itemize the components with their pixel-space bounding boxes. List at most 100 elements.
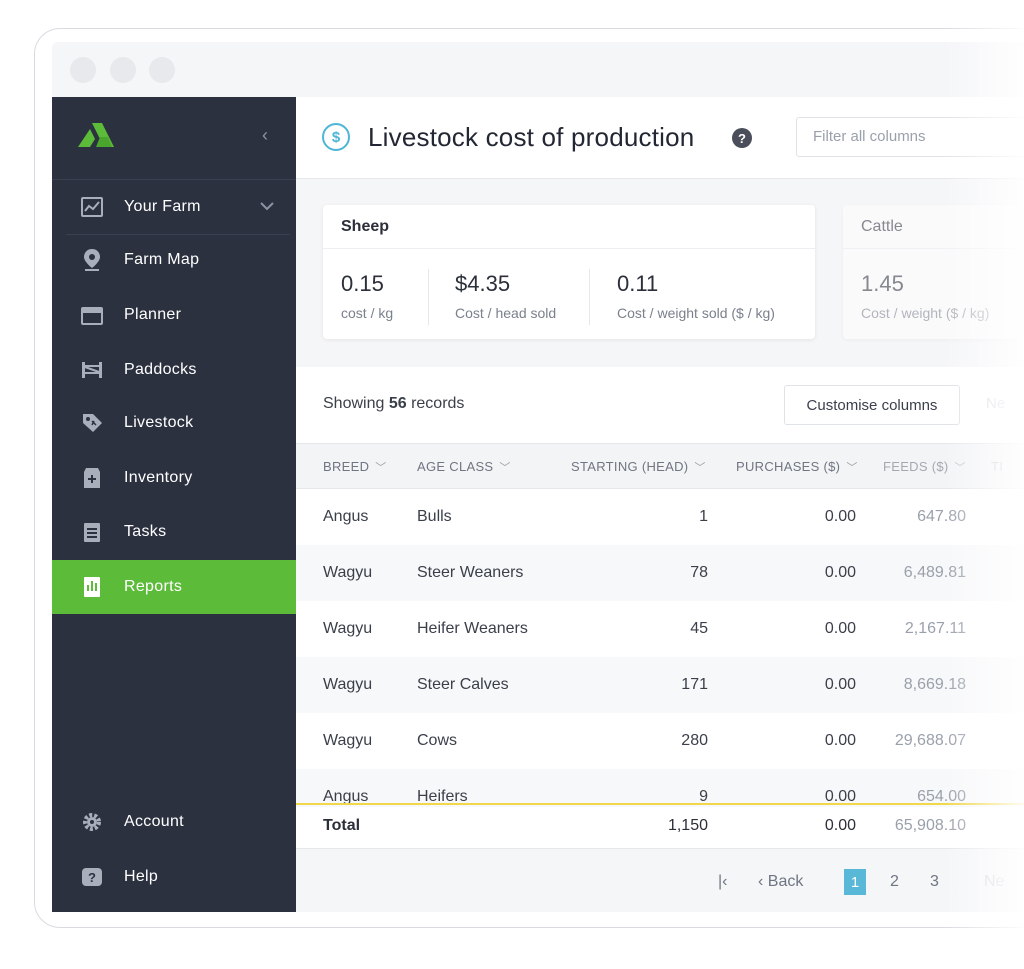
column-header-purchases[interactable]: PURCHASES ($) ﹀ [736,459,858,475]
sidebar-item-account[interactable]: Account [52,795,296,849]
map-pin-icon [80,248,104,272]
cell-feeds: 2,167.11 [904,620,966,637]
cell-starting-head: 45 [690,620,708,637]
collapse-sidebar-icon[interactable]: ‹ [262,125,268,146]
scroll-indicator-line [296,803,1024,805]
cell-feeds: 647.80 [917,508,966,525]
total-purchases: 0.00 [824,817,856,834]
column-header-truncated[interactable]: TI [991,459,1003,474]
table-row[interactable]: Angus Heifers 9 0.00 654.00 [296,769,1024,807]
column-header-label: STARTING (HEAD) [571,459,689,474]
stat-value: 1.45 [861,271,904,296]
help-icon[interactable]: ? [732,128,752,148]
stat-label: Cost / weight sold ($ / kg) [617,305,775,321]
cell-starting-head: 1 [699,508,708,525]
cell-feeds: 6,489.81 [903,564,966,581]
cell-breed: Wagyu [323,620,373,637]
gear-icon [80,810,104,834]
total-starting-head: 1,150 [667,817,708,834]
column-header-label: TI [991,459,1004,474]
cell-age-class: Steer Weaners [417,564,524,581]
records-number: 56 [388,395,407,412]
next-button[interactable]: Ne [984,873,1004,891]
cell-breed: Wagyu [323,732,373,749]
page-2-button[interactable]: 2 [890,873,899,891]
help-icon: ? [80,865,104,889]
table-row[interactable]: Wagyu Heifer Weaners 45 0.00 2,167.11 [296,601,1024,657]
sidebar-item-label: Livestock [124,414,194,431]
records-toolbar: Showing 56 records Customise columns Ne [296,367,1024,443]
sidebar-item-label: Your Farm [124,198,201,215]
dollar-icon: $ [322,123,350,151]
sidebar-item-label: Help [124,868,159,885]
report-icon [80,575,104,599]
cell-breed: Angus [323,508,369,525]
card-title: Sheep [323,205,815,249]
sidebar-item-help[interactable]: ? Help [52,850,296,904]
stat-cost-per-weight: 1.45 Cost / weight ($ / kg) [861,271,989,321]
column-header-label: PURCHASES ($) [736,459,841,474]
stat-cost-per-weight-sold: 0.11 Cost / weight sold ($ / kg) [617,271,775,321]
table-row[interactable]: Angus Bulls 1 0.00 647.80 [296,489,1024,545]
fence-icon [80,358,104,382]
sidebar-item-label: Farm Map [124,251,200,268]
stat-label: Cost / head sold [455,305,557,321]
stat-cost-per-kg: 0.15 cost / kg [341,271,393,321]
cell-purchases: 0.00 [824,732,856,749]
sidebar-item-inventory[interactable]: Inventory [52,451,296,505]
records-prefix: Showing [323,395,385,412]
chevron-down-icon: ﹀ [846,462,858,474]
summary-card-cattle: Cattle 1.45 Cost / weight ($ / kg) [843,205,1024,339]
stat-divider [589,269,590,325]
cell-breed: Wagyu [323,564,373,581]
cell-starting-head: 280 [681,732,708,749]
table-row[interactable]: Wagyu Steer Calves 171 0.00 8,669.18 [296,657,1024,713]
sidebar-item-farm-map[interactable]: Farm Map [52,233,296,287]
chevron-down-icon[interactable] [260,198,274,216]
sidebar-item-paddocks[interactable]: Paddocks [52,343,296,397]
back-button[interactable]: ‹ Back [758,873,803,891]
column-header-breed[interactable]: BREED ﹀ [323,459,387,475]
customise-columns-button[interactable]: Customise columns [784,385,960,425]
column-header-label: AGE CLASS [417,459,494,474]
sidebar-item-label: Paddocks [124,361,197,378]
cell-purchases: 0.00 [824,564,856,581]
table-row[interactable]: Wagyu Steer Weaners 78 0.00 6,489.81 [296,545,1024,601]
sidebar-item-livestock[interactable]: Livestock [52,396,296,450]
total-label: Total [323,817,361,834]
window-maximize-dot[interactable] [149,57,175,83]
new-button[interactable]: Ne [986,395,1005,412]
stat-value: 0.15 [341,271,384,296]
sidebar-item-label: Account [124,813,184,830]
card-title: Cattle [843,205,1024,249]
sidebar-item-tasks[interactable]: Tasks [52,505,296,559]
column-header-starting-head[interactable]: STARTING (HEAD) ﹀ [571,459,706,475]
stat-divider [428,269,429,325]
cell-starting-head: 78 [690,564,708,581]
chevron-down-icon: ﹀ [499,462,511,474]
window-close-dot[interactable] [70,57,96,83]
column-header-feeds[interactable]: FEEDS ($) ﹀ [883,459,966,475]
stat-label: Cost / weight ($ / kg) [861,305,990,321]
column-header-age-class[interactable]: AGE CLASS ﹀ [417,459,511,475]
sidebar-item-label: Tasks [124,523,167,540]
window-minimize-dot[interactable] [110,57,136,83]
column-header-label: BREED [323,459,370,474]
cell-age-class: Heifer Weaners [417,620,528,637]
sidebar-item-reports[interactable]: Reports [52,560,296,614]
sidebar-item-your-farm[interactable]: Your Farm [52,180,296,234]
cell-age-class: Cows [417,732,458,749]
stat-label: cost / kg [341,305,394,321]
cell-breed: Wagyu [323,676,373,693]
sidebar-item-planner[interactable]: Planner [52,288,296,342]
column-header-label: FEEDS ($) [883,459,949,474]
page-3-button[interactable]: 3 [930,873,939,891]
filter-input[interactable]: Filter all columns [796,117,1024,157]
box-icon [80,466,104,490]
app-logo[interactable] [78,123,120,156]
table-row[interactable]: Wagyu Cows 280 0.00 29,688.07 [296,713,1024,769]
dashboard-icon [80,195,104,219]
cell-starting-head: 171 [681,676,708,693]
page-1-button[interactable]: 1 [844,869,866,895]
first-page-button[interactable]: |‹ [718,873,727,891]
